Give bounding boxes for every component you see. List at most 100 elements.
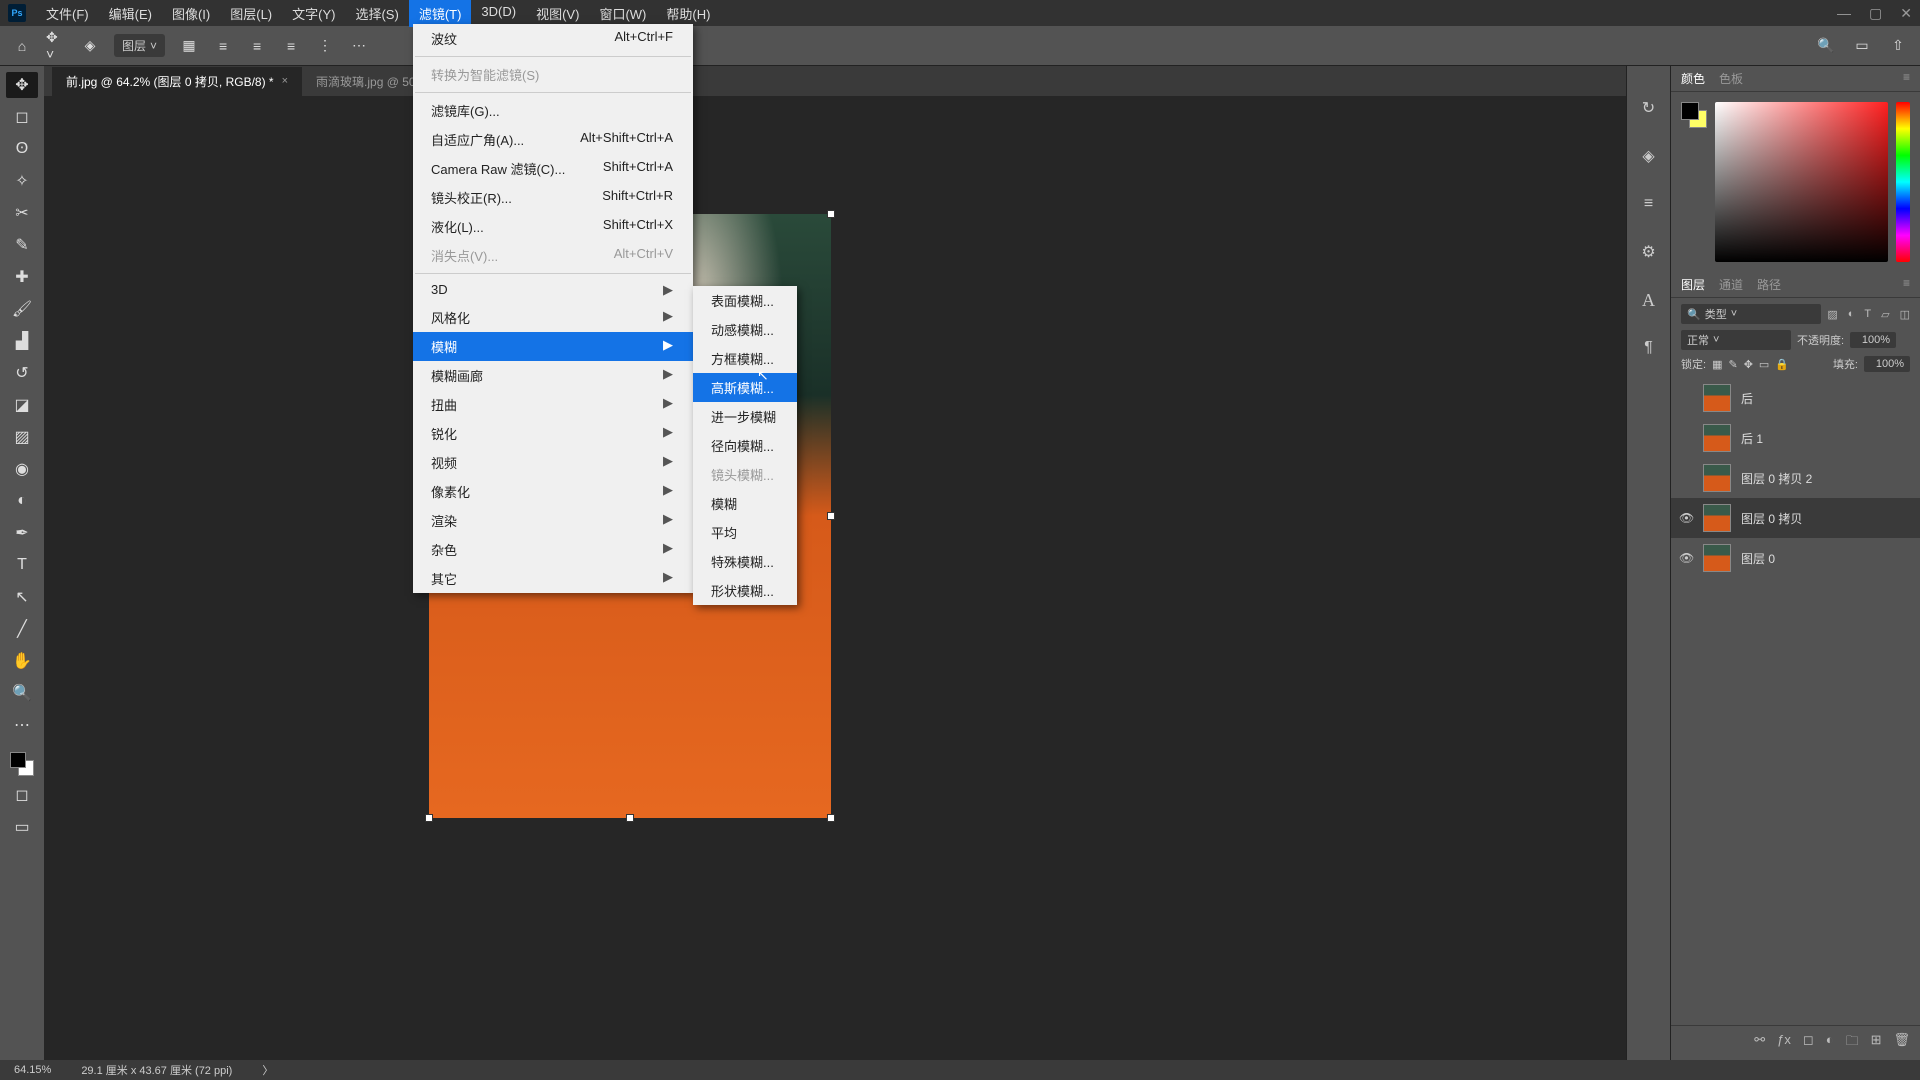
lock-position-icon[interactable]: ✥ [1744,358,1753,371]
menu-6[interactable]: 滤镜(T) [409,0,472,27]
channels-tab[interactable]: 通道 [1719,276,1743,293]
eyedropper-tool[interactable]: ✎ [6,232,38,258]
type-tool[interactable]: T [6,552,38,578]
menu-item[interactable]: 模糊画廊▶ [413,361,693,390]
menu-item[interactable]: 动感模糊... [693,315,797,344]
paragraph-icon[interactable]: ¶ [1637,336,1661,360]
maximize-icon[interactable]: ▢ [1869,5,1882,22]
gradient-tool[interactable]: ▨ [6,424,38,450]
menu-10[interactable]: 帮助(H) [656,0,720,27]
menu-3[interactable]: 图层(L) [220,0,282,27]
home-icon[interactable]: ⌂ [12,36,32,56]
panel-menu-icon[interactable]: ≡ [1903,70,1910,87]
dist-icon[interactable]: ⋮ [315,36,335,56]
fg-bg-swatch[interactable] [1681,102,1707,128]
menu-item[interactable]: 扭曲▶ [413,390,693,419]
menu-item[interactable]: 进一步模糊 [693,402,797,431]
color-swatch[interactable] [10,752,34,776]
layer-row[interactable]: 👁图层 0 拷贝 [1671,498,1920,538]
move-tool[interactable]: ✥ [6,72,38,98]
menu-item[interactable]: 渲染▶ [413,506,693,535]
adjustments-icon[interactable]: ≡ [1637,192,1661,216]
menu-4[interactable]: 文字(Y) [282,0,345,27]
properties-icon[interactable]: ◈ [1637,144,1661,168]
heal-tool[interactable]: ✚ [6,264,38,290]
lock-artboard-icon[interactable]: ▭ [1759,358,1769,371]
menu-0[interactable]: 文件(F) [36,0,99,27]
dodge-tool[interactable]: ◐ [6,488,38,514]
group-icon[interactable]: 🗀 [1846,1032,1859,1054]
panel-menu-icon[interactable]: ≡ [1903,276,1910,293]
marquee-tool[interactable]: ◻ [6,104,38,130]
stamp-tool[interactable]: ▟ [6,328,38,354]
hand-tool[interactable]: ✋ [6,648,38,674]
history-icon[interactable]: ↻ [1637,96,1661,120]
layer-row[interactable]: 图层 0 拷贝 2 [1671,458,1920,498]
move-icon[interactable]: ✥ ˅ [46,36,66,56]
layers-tab[interactable]: 图层 [1681,276,1705,293]
history-brush-tool[interactable]: ↺ [6,360,38,386]
hue-slider[interactable] [1896,102,1910,262]
status-more-icon[interactable]: 〉 [262,1062,273,1078]
lock-all-icon[interactable]: 🔒 [1775,358,1789,371]
zoom-tool[interactable]: 🔍 [6,680,38,706]
menu-2[interactable]: 图像(I) [162,0,220,27]
fill-value[interactable]: 100% [1864,356,1910,372]
menu-item[interactable]: 模糊 [693,489,797,518]
search-icon[interactable]: 🔍 [1816,36,1836,56]
filter-smart-icon[interactable]: ◫ [1900,308,1910,321]
visibility-icon[interactable]: 👁 [1679,511,1693,525]
share-icon[interactable]: ⇧ [1888,36,1908,56]
close-icon[interactable]: ✕ [1900,5,1912,22]
menu-item[interactable]: 视频▶ [413,448,693,477]
filter-shape-icon[interactable]: ▱ [1881,308,1889,321]
align-left-icon[interactable]: ≡ [213,36,233,56]
tab-close-icon[interactable]: × [282,75,288,87]
blur-tool[interactable]: ◉ [6,456,38,482]
mask-icon[interactable]: ◻ [1803,1032,1814,1054]
document-tab[interactable]: 前.jpg @ 64.2% (图层 0 拷贝, RGB/8) *× [52,67,302,96]
menu-item[interactable]: 平均 [693,518,797,547]
menu-item[interactable]: 特殊模糊... [693,547,797,576]
quickmask-tool[interactable]: ◻ [6,782,38,808]
layer-thumb[interactable] [1703,544,1731,572]
link-icon[interactable]: ⚯ [1754,1032,1765,1054]
styles-icon[interactable]: ⚙ [1637,240,1661,264]
blend-mode[interactable]: 正常 ˅ [1681,330,1791,350]
layer-thumb[interactable] [1703,384,1731,412]
menu-item[interactable]: 镜头校正(R)...Shift+Ctrl+R [413,183,693,212]
menu-item[interactable]: 杂色▶ [413,535,693,564]
menu-item[interactable]: 模糊▶ [413,332,693,361]
delete-icon[interactable]: 🗑 [1893,1032,1910,1054]
target-select[interactable]: 图层 ˅ [114,34,165,57]
crop-tool[interactable]: ✂ [6,200,38,226]
layer-thumb[interactable] [1703,424,1731,452]
brush-tool[interactable]: 🖌 [6,296,38,322]
opacity-value[interactable]: 100% [1850,332,1896,348]
new-layer-icon[interactable]: ⊞ [1871,1032,1882,1054]
menu-item[interactable]: 液化(L)...Shift+Ctrl+X [413,212,693,241]
more-icon[interactable]: ⋯ [349,36,369,56]
line-tool[interactable]: ╱ [6,616,38,642]
adjustment-icon[interactable]: ◐ [1826,1032,1834,1054]
color-tab[interactable]: 颜色 [1681,70,1705,87]
color-field[interactable] [1715,102,1888,262]
menu-item[interactable]: 锐化▶ [413,419,693,448]
layer-filter[interactable]: 🔍 类型 ˅ [1681,304,1821,324]
menu-item[interactable]: 3D▶ [413,277,693,303]
lock-brush-icon[interactable]: ✎ [1728,358,1737,371]
type-panel-icon[interactable]: A [1637,288,1661,312]
menu-8[interactable]: 视图(V) [526,0,589,27]
layers-icon[interactable]: ◈ [80,36,100,56]
menu-item[interactable]: 自适应广角(A)...Alt+Shift+Ctrl+A [413,125,693,154]
layer-row[interactable]: 👁图层 0 [1671,538,1920,578]
filter-type-icon[interactable]: T [1864,308,1871,321]
layer-row[interactable]: 后 [1671,378,1920,418]
path-tool[interactable]: ↖ [6,584,38,610]
filter-pixel-icon[interactable]: ▨ [1827,308,1837,321]
zoom-level[interactable]: 64.15% [14,1064,51,1076]
layer-row[interactable]: 后 1 [1671,418,1920,458]
menu-item[interactable]: Camera Raw 滤镜(C)...Shift+Ctrl+A [413,154,693,183]
visibility-icon[interactable]: 👁 [1679,551,1693,565]
edit-toolbar[interactable]: ⋯ [6,712,38,738]
